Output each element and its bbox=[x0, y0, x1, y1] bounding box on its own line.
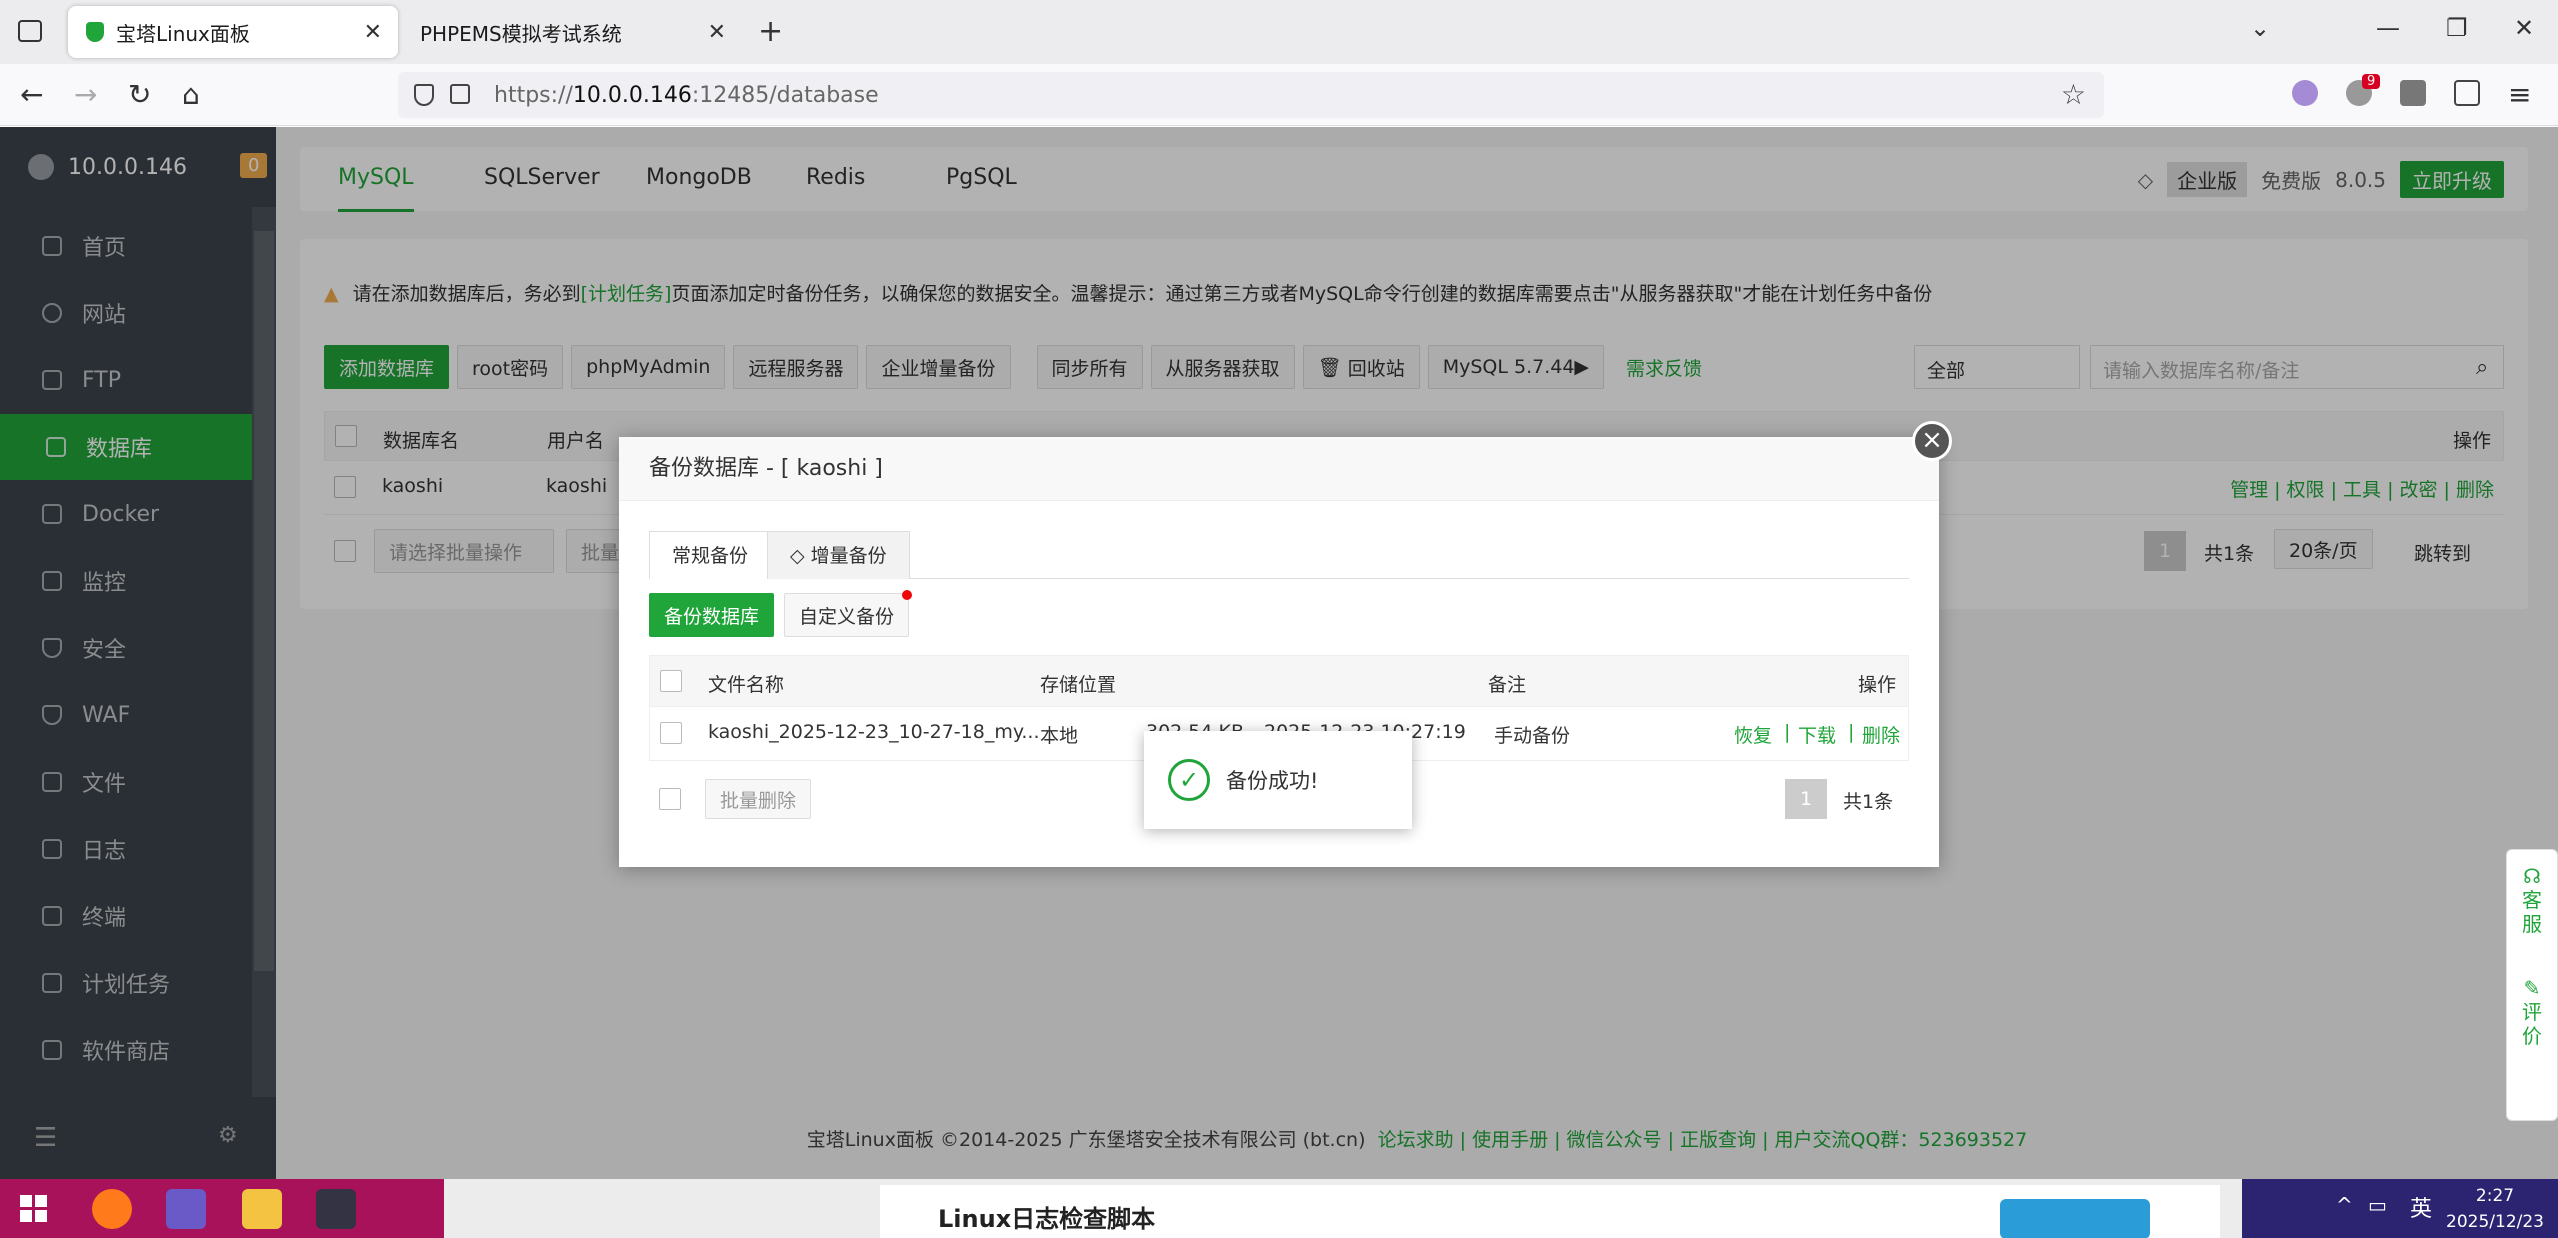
notification-dot bbox=[902, 590, 913, 600]
tab-title: 宝塔Linux面板 bbox=[116, 21, 250, 46]
page-number[interactable]: 1 bbox=[1785, 779, 1827, 819]
tab-label: 增量备份 bbox=[810, 545, 887, 567]
tab-regular-backup[interactable]: 常规备份 bbox=[649, 531, 772, 579]
extension-icon[interactable] bbox=[2292, 80, 2318, 106]
headset-icon: ☊ bbox=[2523, 864, 2541, 888]
extension-badge: 9 bbox=[2362, 74, 2381, 89]
review-button[interactable]: 评价 bbox=[2521, 1000, 2543, 1048]
ime-indicator[interactable]: 英 bbox=[2410, 1191, 2432, 1223]
url-protocol: https:// bbox=[494, 82, 573, 108]
customer-service-button[interactable]: 客服 bbox=[2521, 888, 2543, 936]
firefox-icon[interactable] bbox=[92, 1189, 132, 1229]
tray-chevron-icon[interactable]: ^ bbox=[2336, 1193, 2353, 1217]
backup-buttons: 备份数据库 自定义备份 bbox=[649, 590, 913, 637]
close-icon[interactable]: × bbox=[1912, 421, 1952, 461]
backup-storage: 本地 bbox=[1040, 725, 1079, 747]
column-header-storage: 存储位置 bbox=[1040, 674, 1117, 696]
batch-delete-button[interactable]: 批量删除 bbox=[705, 779, 812, 819]
delete-link[interactable]: 删除 bbox=[1862, 721, 1900, 748]
backup-database-button[interactable]: 备份数据库 bbox=[649, 593, 775, 637]
security-app-icon[interactable] bbox=[316, 1189, 356, 1229]
new-tab-icon[interactable]: + bbox=[758, 14, 783, 49]
edit-icon: ✎ bbox=[2523, 976, 2541, 1000]
home-icon[interactable]: ⌂ bbox=[182, 78, 200, 111]
url-bar[interactable]: https://10.0.0.146:12485/database ☆ bbox=[398, 72, 2104, 118]
diamond-icon: ◇ bbox=[790, 545, 811, 567]
column-header-ops: 操作 bbox=[1857, 674, 1896, 696]
app-icon[interactable] bbox=[166, 1189, 206, 1229]
column-header-file: 文件名称 bbox=[708, 674, 785, 696]
url-host: 10.0.0.146 bbox=[572, 82, 692, 108]
baota-favicon-icon bbox=[86, 22, 104, 42]
tab-incremental-backup[interactable]: ◇ 增量备份 bbox=[767, 531, 910, 579]
bookmark-star-icon[interactable]: ☆ bbox=[2061, 78, 2086, 111]
window-close-icon[interactable]: ✕ bbox=[2514, 14, 2534, 42]
footer-checkbox[interactable] bbox=[659, 788, 681, 810]
tracking-shield-icon[interactable] bbox=[414, 84, 434, 106]
select-all-checkbox[interactable] bbox=[660, 670, 682, 692]
close-icon[interactable]: ✕ bbox=[364, 20, 382, 45]
baota-app: 10.0.0.146 0 首页 网站 FTP 数据库 Docker 监控 安全 … bbox=[0, 127, 2558, 1179]
success-toast: ✓ 备份成功! bbox=[1144, 731, 1412, 829]
minimize-icon[interactable]: — bbox=[2376, 14, 2400, 42]
tab-list-icon[interactable] bbox=[18, 20, 42, 42]
backup-filename: kaoshi_2025-12-23_10-27-18_my... bbox=[708, 721, 1040, 743]
dialog-title: 备份数据库 - [ kaoshi ] bbox=[619, 437, 1939, 501]
browser-tab-phpems[interactable]: PHPEMS模拟考试系统 ✕ bbox=[402, 6, 742, 58]
check-icon: ✓ bbox=[1168, 759, 1210, 801]
download-link[interactable]: 下载 bbox=[1798, 721, 1836, 748]
menu-icon[interactable]: ≡ bbox=[2508, 78, 2531, 111]
file-explorer-icon[interactable] bbox=[242, 1189, 282, 1229]
restore-link[interactable]: 恢复 bbox=[1734, 721, 1772, 748]
column-header-remark: 备注 bbox=[1488, 674, 1527, 696]
close-icon[interactable]: ✕ bbox=[708, 20, 726, 45]
backup-tabs: 常规备份 ◇ 增量备份 bbox=[649, 531, 1909, 579]
toast-message: 备份成功! bbox=[1226, 769, 1319, 793]
back-icon[interactable]: ← bbox=[20, 78, 43, 111]
browser-tabbar: 宝塔Linux面板 ✕ PHPEMS模拟考试系统 ✕ + ⌄ — ❐ ✕ bbox=[0, 0, 2558, 64]
windows-taskbar: Linux日志检查脚本 ^ ▭ 英 2:27 2025/12/23 bbox=[0, 1179, 2558, 1238]
card-button[interactable] bbox=[2000, 1199, 2150, 1238]
clock-date: 2025/12/23 bbox=[2446, 1212, 2544, 1232]
url-path: :12485/database bbox=[691, 82, 879, 108]
tab-title: PHPEMS模拟考试系统 bbox=[420, 21, 622, 46]
lock-icon[interactable] bbox=[450, 84, 470, 104]
backup-table-header: 文件名称 存储位置 备注 操作 bbox=[649, 655, 1909, 707]
network-icon[interactable]: ▭ bbox=[2368, 1193, 2387, 1217]
extensions-puzzle-icon[interactable] bbox=[2454, 80, 2480, 106]
forward-icon[interactable]: → bbox=[74, 78, 97, 111]
browser-tab-baota[interactable]: 宝塔Linux面板 ✕ bbox=[68, 6, 398, 58]
custom-backup-button[interactable]: 自定义备份 bbox=[784, 590, 913, 637]
tab-overflow-icon[interactable]: ⌄ bbox=[2250, 14, 2270, 42]
clock[interactable]: 2:27 2025/12/23 bbox=[2446, 1183, 2544, 1235]
custom-backup-label: 自定义备份 bbox=[799, 605, 895, 628]
clock-time: 2:27 bbox=[2475, 1186, 2515, 1206]
floating-help: ☊ 客服 ✎ 评价 bbox=[2506, 849, 2558, 1121]
notification-card[interactable]: Linux日志检查脚本 bbox=[880, 1185, 2220, 1238]
browser-navbar: ← → ↻ ⌂ https://10.0.0.146:12485/databas… bbox=[0, 64, 2558, 126]
backup-remark: 手动备份 bbox=[1494, 725, 1571, 747]
system-tray: ^ ▭ 英 2:27 2025/12/23 bbox=[2242, 1179, 2558, 1238]
reload-icon[interactable]: ↻ bbox=[128, 78, 151, 111]
restore-icon[interactable]: ❐ bbox=[2446, 14, 2468, 42]
windows-start-icon[interactable] bbox=[20, 1195, 48, 1223]
card-title: Linux日志检查脚本 bbox=[938, 1205, 1156, 1233]
extension-icon[interactable] bbox=[2400, 80, 2426, 106]
total-count: 共1条 bbox=[1843, 791, 1894, 813]
row-checkbox[interactable] bbox=[660, 722, 682, 744]
